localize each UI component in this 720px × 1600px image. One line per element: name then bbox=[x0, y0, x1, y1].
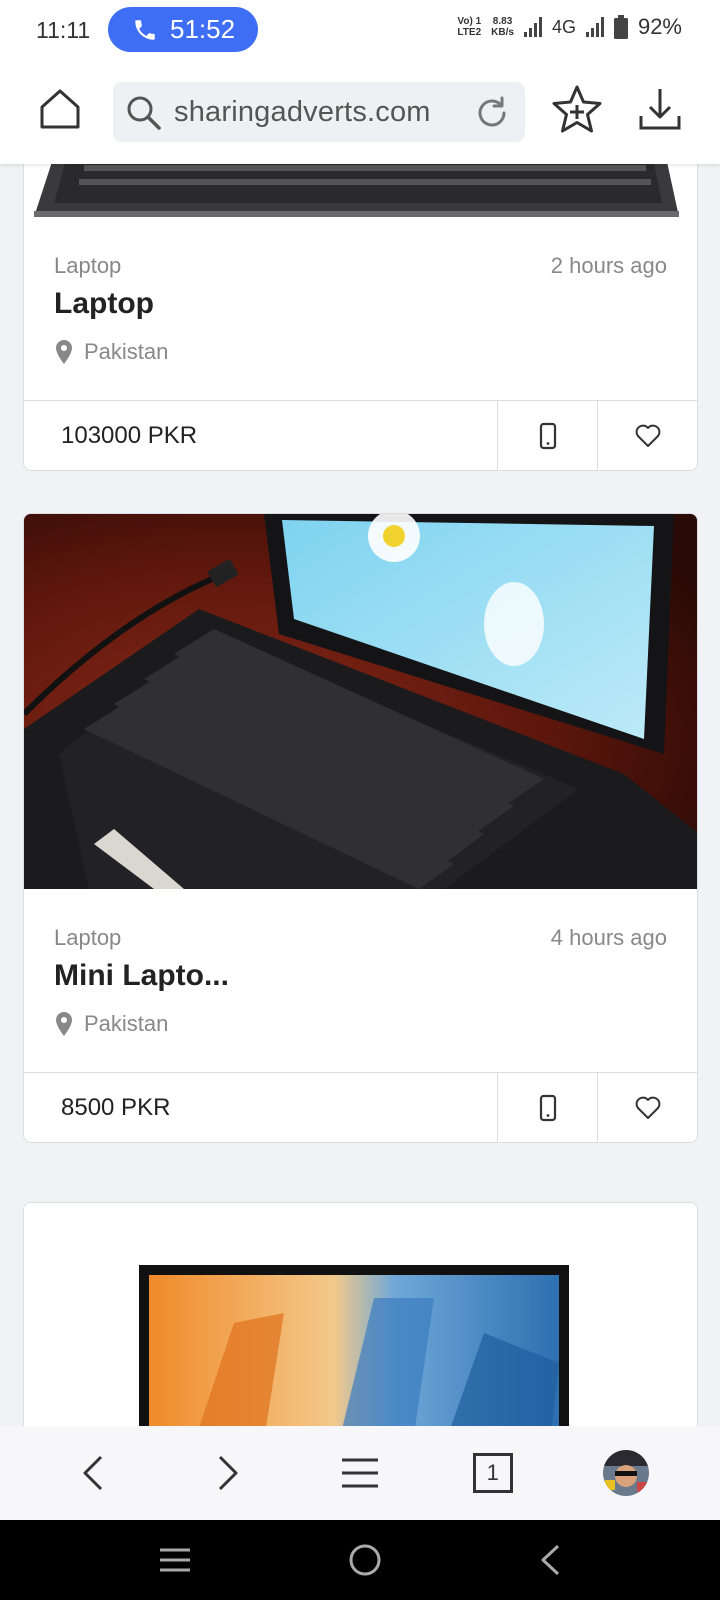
listing-image[interactable] bbox=[24, 514, 697, 889]
chevron-left-icon bbox=[83, 1455, 103, 1491]
chevron-right-icon bbox=[219, 1455, 238, 1491]
network-type: 4G bbox=[551, 16, 576, 37]
back-button[interactable] bbox=[64, 1443, 124, 1503]
mobile-phone-icon bbox=[539, 1094, 556, 1121]
listing-title[interactable]: Laptop bbox=[54, 287, 154, 321]
avatar bbox=[602, 1450, 649, 1496]
location-pin-icon bbox=[56, 1012, 72, 1036]
call-seller-button[interactable] bbox=[497, 401, 597, 470]
url-text[interactable]: sharingadverts.com bbox=[174, 96, 431, 129]
profile-button[interactable] bbox=[596, 1443, 656, 1503]
signal-icon-2 bbox=[585, 17, 604, 37]
listing-image[interactable] bbox=[24, 1203, 697, 1426]
heart-icon bbox=[635, 1096, 660, 1119]
system-navigation-bar bbox=[0, 1520, 720, 1600]
listing-category: Laptop bbox=[54, 925, 122, 950]
forward-button[interactable] bbox=[197, 1443, 257, 1503]
mobile-phone-icon bbox=[539, 422, 556, 449]
network-speed: 8.83 KB/s bbox=[491, 16, 514, 38]
call-duration: 51:52 bbox=[170, 14, 236, 44]
listing-card[interactable]: Laptop 4 hours ago Mini Lapto... Pakista… bbox=[23, 513, 698, 1143]
location-pin-icon bbox=[56, 340, 72, 364]
tab-count: 1 bbox=[472, 1453, 513, 1493]
listing-title[interactable]: Mini Lapto... bbox=[54, 959, 229, 993]
listing-image[interactable] bbox=[24, 164, 697, 217]
listings-feed[interactable]: Laptop 2 hours ago Laptop Pakistan 10300… bbox=[0, 164, 720, 1426]
mini-laptop-photo bbox=[24, 514, 697, 889]
download-icon[interactable] bbox=[637, 86, 683, 132]
call-seller-button[interactable] bbox=[497, 1073, 597, 1142]
monitor-photo bbox=[139, 1265, 569, 1426]
status-bar: 11:11 51:52 Vo) 1 LTE2 8.83 KB/s 4G 92% bbox=[0, 0, 720, 62]
listing-time: 2 hours ago bbox=[550, 253, 667, 278]
recent-apps-icon[interactable] bbox=[158, 1546, 192, 1574]
listing-card[interactable]: Laptop 2 hours ago Laptop Pakistan 10300… bbox=[23, 164, 698, 471]
listing-price: 103000 PKR bbox=[61, 421, 198, 449]
listing-location: Pakistan bbox=[54, 339, 168, 365]
home-icon[interactable] bbox=[38, 87, 82, 131]
menu-icon bbox=[341, 1458, 378, 1488]
listing-price: 8500 PKR bbox=[61, 1093, 171, 1121]
system-home-icon[interactable] bbox=[348, 1543, 382, 1577]
heart-icon bbox=[635, 424, 660, 447]
favorite-button[interactable] bbox=[597, 401, 697, 470]
battery-percent: 92% bbox=[637, 14, 682, 39]
address-bar[interactable]: sharingadverts.com bbox=[113, 82, 525, 142]
reload-icon[interactable] bbox=[473, 94, 511, 132]
volte-indicator: Vo) 1 LTE2 bbox=[457, 16, 482, 38]
menu-button[interactable] bbox=[330, 1443, 390, 1503]
phone-icon bbox=[135, 19, 155, 40]
browser-toolbar: sharingadverts.com bbox=[0, 62, 720, 164]
listing-category: Laptop bbox=[54, 253, 122, 278]
system-back-icon[interactable] bbox=[538, 1543, 562, 1577]
listing-card[interactable] bbox=[23, 1202, 698, 1426]
listing-location: Pakistan bbox=[54, 1011, 168, 1037]
signal-icon bbox=[523, 17, 542, 37]
laptop-keyboard-image bbox=[34, 164, 679, 217]
status-time: 11:11 bbox=[36, 17, 91, 43]
add-bookmark-icon[interactable] bbox=[551, 84, 603, 136]
browser-bottom-bar: 1 bbox=[0, 1426, 720, 1520]
listing-footer: 8500 PKR bbox=[24, 1072, 697, 1142]
tabs-button[interactable]: 1 bbox=[463, 1443, 523, 1503]
listing-time: 4 hours ago bbox=[550, 925, 667, 950]
favorite-button[interactable] bbox=[597, 1073, 697, 1142]
battery-icon bbox=[613, 15, 628, 39]
ongoing-call-chip[interactable]: 51:52 bbox=[108, 7, 258, 52]
search-icon bbox=[127, 96, 161, 130]
listing-footer: 103000 PKR bbox=[24, 400, 697, 470]
